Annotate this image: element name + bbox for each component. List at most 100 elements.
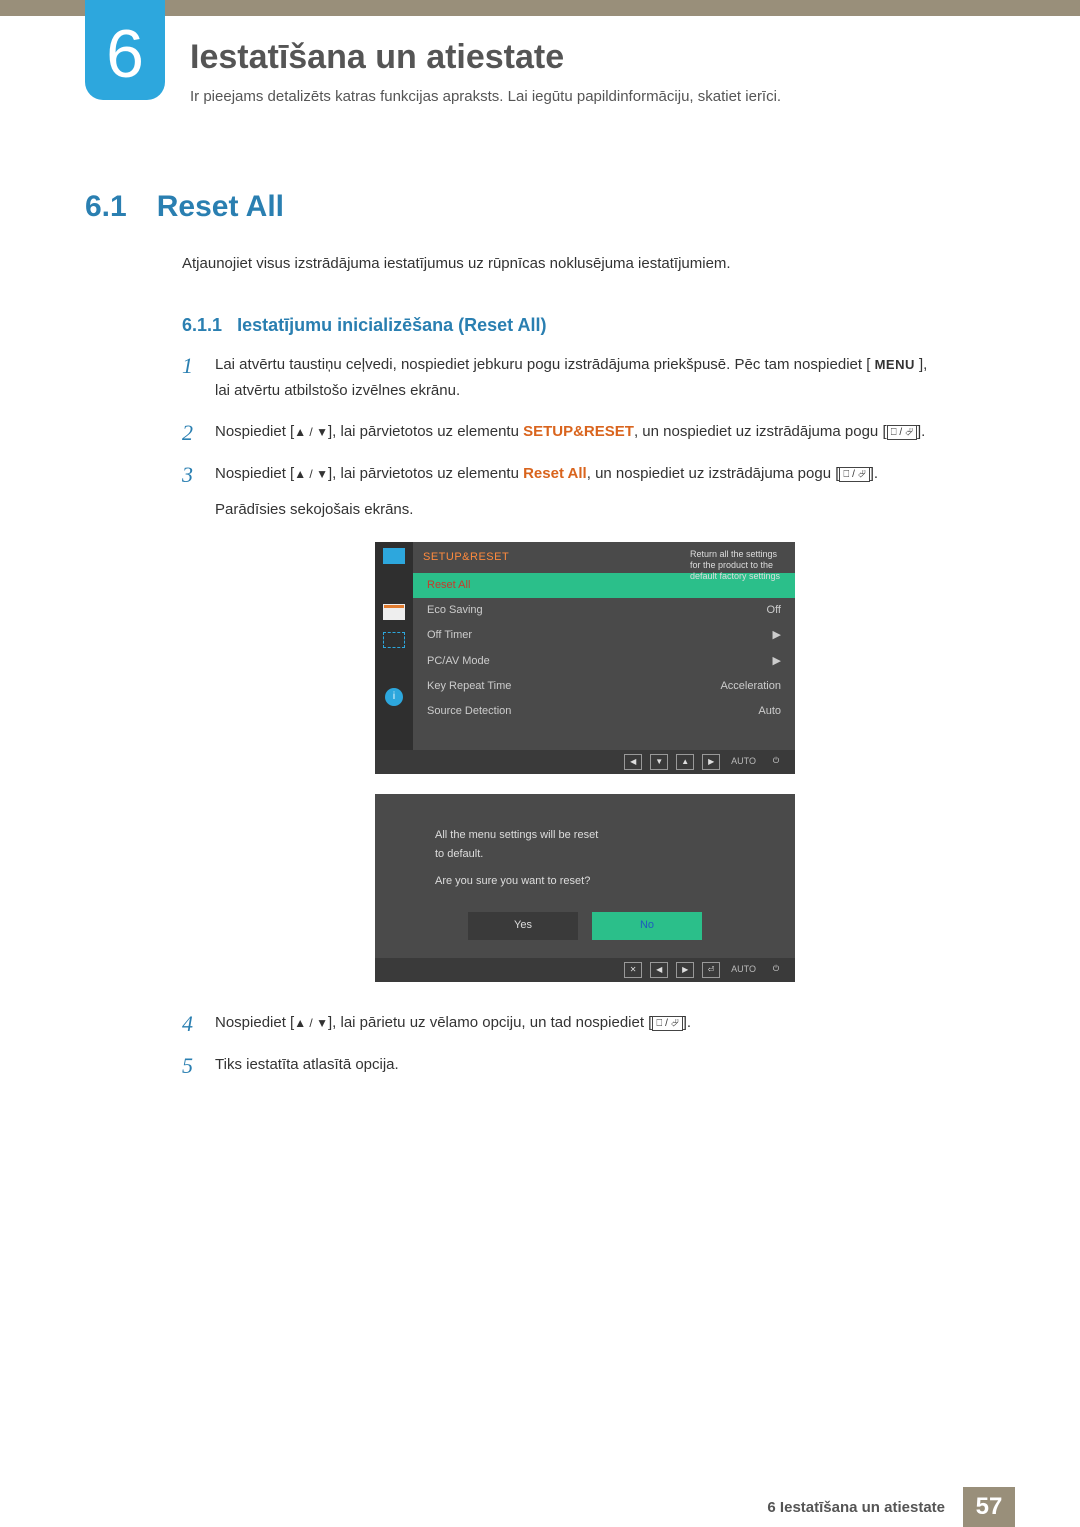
osd-menu-figure: i Return all the settings for the produc… — [375, 542, 795, 775]
nav-down-icon[interactable]: ▼ — [650, 754, 668, 770]
chapter-description: Ir pieejams detalizēts katras funkcijas … — [190, 88, 781, 105]
step-text: ], lai pārietu uz vēlamo opciju, un tad … — [328, 1014, 652, 1031]
nav-left-icon[interactable]: ◀ — [624, 754, 642, 770]
osd-item-label: Off Timer — [427, 626, 472, 645]
osd-item-value: ▶ — [773, 652, 781, 671]
info-icon: i — [385, 688, 403, 706]
osd-menu: i Return all the settings for the produc… — [375, 542, 795, 751]
step-5: 5 Tiks iestatīta atlasītā opcija. — [182, 1052, 942, 1081]
dialog-line: to default. — [435, 845, 755, 864]
step-body: Nospiediet [▲ / ▼], lai pārvietotos uz e… — [215, 461, 942, 996]
tooltip-line: for the product to the — [690, 560, 787, 571]
section-description: Atjaunojiet visus izstrādājuma iestatīju… — [182, 255, 731, 272]
step-text: ], lai pārvietotos uz elementu — [328, 423, 523, 440]
step-body: Nospiediet [▲ / ▼], lai pārvietotos uz e… — [215, 419, 942, 448]
steps-list: 1 Lai atvērtu taustiņu ceļvedi, nospiedi… — [182, 352, 942, 1095]
step-text: Nospiediet [ — [215, 1014, 294, 1031]
section-title: Reset All — [157, 190, 284, 224]
page-number: 57 — [963, 1487, 1015, 1527]
ok-enter-icon: ⎕ / ⏎ — [652, 1016, 682, 1031]
osd-item-pc-av-mode[interactable]: PC/AV Mode ▶ — [413, 649, 795, 674]
osd-item-value: Off — [767, 601, 781, 620]
nav-auto[interactable]: AUTO — [728, 962, 759, 978]
emphasis-setup-reset: SETUP&RESET — [523, 423, 634, 440]
osd-item-label: PC/AV Mode — [427, 652, 490, 671]
osd-item-value: Auto — [758, 702, 781, 721]
step-number: 2 — [182, 419, 200, 448]
up-down-icon: ▲ / ▼ — [294, 467, 328, 481]
osd-tooltip: Return all the settings for the product … — [686, 546, 791, 586]
step-body: Nospiediet [▲ / ▼], lai pārietu uz vēlam… — [215, 1010, 942, 1039]
osd-item-label: Source Detection — [427, 702, 511, 721]
osd-item-source-detection[interactable]: Source Detection Auto — [413, 699, 795, 724]
nav-up-icon[interactable]: ▲ — [676, 754, 694, 770]
step-2: 2 Nospiediet [▲ / ▼], lai pārvietotos uz… — [182, 419, 942, 448]
footer-text: 6 Iestatīšana un atiestate — [767, 1499, 945, 1516]
osd-item-eco-saving[interactable]: Eco Saving Off — [413, 598, 795, 623]
yes-button[interactable]: Yes — [468, 912, 578, 939]
dialog-buttons: Yes No — [375, 912, 795, 957]
step-text: ]. — [917, 423, 925, 440]
no-button[interactable]: No — [592, 912, 702, 939]
osd-nav-bar: ◀ ▼ ▲ ▶ AUTO ⏻ — [375, 750, 795, 774]
osd-item-label: Key Repeat Time — [427, 677, 511, 696]
page-footer: 6 Iestatīšana un atiestate 57 — [0, 1487, 1080, 1527]
osd-item-label: Eco Saving — [427, 601, 483, 620]
step-body: Tiks iestatīta atlasītā opcija. — [215, 1052, 942, 1081]
step-number: 3 — [182, 461, 200, 996]
step-text: Lai atvērtu taustiņu ceļvedi, nospiediet… — [215, 356, 870, 373]
step-number: 4 — [182, 1010, 200, 1039]
step-text: ]. — [683, 1014, 691, 1031]
subsection-title: Iestatījumu inicializēšana (Reset All) — [237, 315, 546, 335]
step-text: Nospiediet [ — [215, 423, 294, 440]
tooltip-line: default factory settings — [690, 571, 787, 582]
up-down-icon: ▲ / ▼ — [294, 1016, 328, 1030]
window-icon — [383, 604, 405, 620]
osd-main: Return all the settings for the product … — [413, 542, 795, 751]
osd-item-label: Reset All — [427, 576, 470, 595]
step-number: 5 — [182, 1052, 200, 1081]
osd-sidebar: i — [375, 542, 413, 751]
step-text: , un nospiediet uz izstrādājuma pogu [ — [587, 465, 840, 482]
osd-confirm-dialog: All the menu settings will be reset to d… — [375, 794, 795, 981]
ok-enter-icon: ⎕ / ⏎ — [839, 467, 869, 482]
osd-item-off-timer[interactable]: Off Timer ▶ — [413, 623, 795, 648]
step-text: ]. — [870, 465, 878, 482]
nav-right-icon[interactable]: ▶ — [676, 962, 694, 978]
power-icon[interactable]: ⏻ — [767, 962, 785, 978]
chapter-badge: 6 — [85, 0, 165, 100]
nav-enter-icon[interactable]: ⏎ — [702, 962, 720, 978]
power-icon[interactable]: ⏻ — [767, 754, 785, 770]
osd-item-value: Acceleration — [720, 677, 781, 696]
monitor-icon — [383, 548, 405, 564]
step-caption: Parādīsies sekojošais ekrāns. — [215, 497, 942, 523]
nav-left-icon[interactable]: ◀ — [650, 962, 668, 978]
step-3: 3 Nospiediet [▲ / ▼], lai pārvietotos uz… — [182, 461, 942, 996]
osd-item-value: ▶ — [773, 626, 781, 645]
step-text: ], lai pārvietotos uz elementu — [328, 465, 523, 482]
nav-close-icon[interactable]: ✕ — [624, 962, 642, 978]
step-number: 1 — [182, 352, 200, 405]
dialog-line: All the menu settings will be reset — [435, 826, 755, 845]
dialog-body: All the menu settings will be reset to d… — [375, 804, 795, 912]
step-4: 4 Nospiediet [▲ / ▼], lai pārietu uz vēl… — [182, 1010, 942, 1039]
ok-enter-icon: ⎕ / ⏎ — [887, 425, 917, 440]
tooltip-line: Return all the settings — [690, 549, 787, 560]
emphasis-reset-all: Reset All — [523, 465, 587, 482]
dialog-nav-bar: ✕ ◀ ▶ ⏎ AUTO ⏻ — [375, 958, 795, 982]
section-number: 6.1 — [85, 190, 127, 224]
osd-item-key-repeat[interactable]: Key Repeat Time Acceleration — [413, 674, 795, 699]
chapter-title: Iestatīšana un atiestate — [190, 38, 564, 77]
step-body: Lai atvērtu taustiņu ceļvedi, nospiediet… — [215, 352, 942, 405]
subsection-heading: 6.1.1 Iestatījumu inicializēšana (Reset … — [182, 315, 547, 336]
nav-right-icon[interactable]: ▶ — [702, 754, 720, 770]
step-text: , un nospiediet uz izstrādājuma pogu [ — [634, 423, 887, 440]
nav-auto[interactable]: AUTO — [728, 754, 759, 770]
subsection-number: 6.1.1 — [182, 315, 222, 335]
up-down-icon: ▲ / ▼ — [294, 425, 328, 439]
dialog-line: Are you sure you want to reset? — [435, 872, 755, 891]
step-1: 1 Lai atvērtu taustiņu ceļvedi, nospiedi… — [182, 352, 942, 405]
resize-icon — [383, 632, 405, 648]
section-heading: 6.1 Reset All — [85, 190, 284, 224]
step-text: Nospiediet [ — [215, 465, 294, 482]
